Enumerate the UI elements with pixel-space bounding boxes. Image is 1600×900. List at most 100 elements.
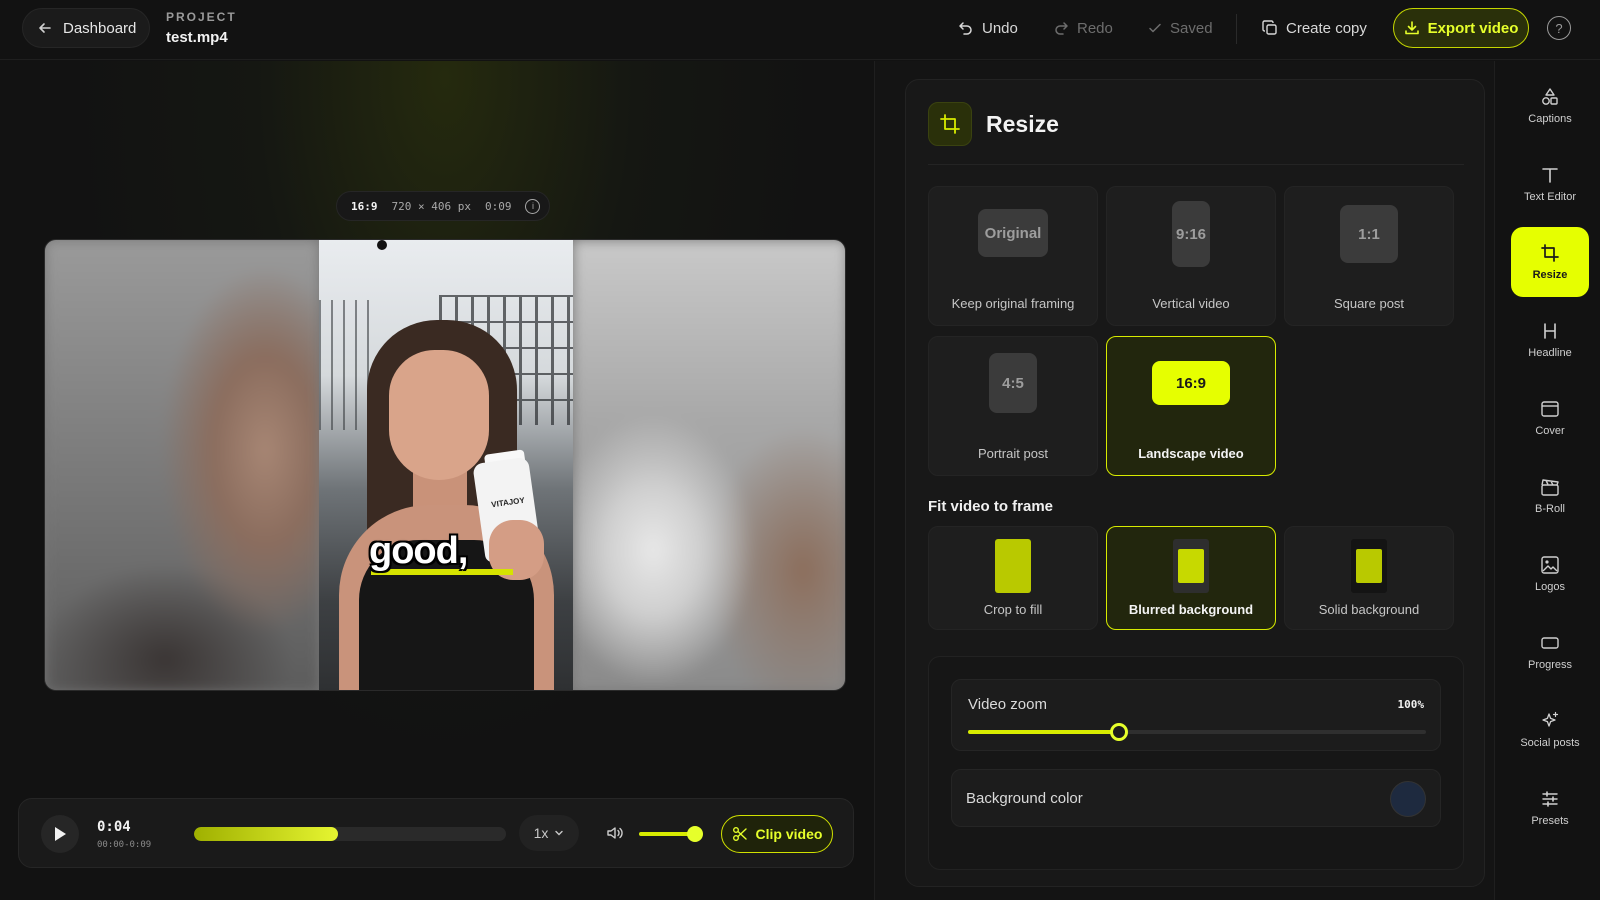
rail-item-cover[interactable]: Cover [1511,383,1589,453]
panel-divider [928,164,1464,165]
player-controls: 0:04 00:00-0:09 1x Clip video [18,798,854,868]
rail-label-text-editor: Text Editor [1524,191,1576,203]
format-square-label: Square post [1333,296,1405,311]
redo-button[interactable]: Redo [1053,14,1113,42]
scissors-icon [732,826,748,842]
toolbar-divider [1236,14,1237,44]
format-original-tile[interactable]: Original Keep original framing [928,186,1098,326]
resize-panel: Resize Original Keep original framing 9:… [905,79,1485,887]
check-icon [1148,21,1162,35]
format-landscape-badge: 16:9 [1152,361,1230,405]
video-clip: VITAJOY good, [319,240,573,690]
sliders-icon [1540,789,1560,809]
format-portrait-label: Portrait post [977,446,1049,461]
timeline-scrubber[interactable] [194,827,506,841]
clapper-icon [1540,477,1560,497]
blurred-background-left [45,240,319,690]
rail-item-logos[interactable]: Logos [1511,539,1589,609]
clip-label: Clip video [755,826,823,842]
play-button[interactable] [41,815,79,853]
back-label: Dashboard [63,19,137,37]
video-preview[interactable]: VITAJOY good, [44,239,846,691]
fit-section-title: Fit video to frame [928,498,1054,515]
heading-icon [1540,321,1560,341]
undo-button[interactable]: Undo [958,14,1018,42]
play-icon [52,825,68,843]
text-icon [1540,165,1560,185]
format-portrait-tile[interactable]: 4:5 Portrait post [928,336,1098,476]
solid-background-icon [1351,539,1387,593]
export-label: Export video [1427,19,1519,37]
shapes-icon [1540,87,1560,107]
rail-label-presets: Presets [1531,815,1569,827]
create-copy-button[interactable]: Create copy [1262,14,1367,42]
camera-dot [377,240,387,250]
rail-label-resize: Resize [1532,269,1568,281]
video-zoom-slider[interactable] [968,723,1426,741]
volume-knob[interactable] [686,826,703,842]
video-zoom-card: Video zoom 100% [951,679,1441,751]
format-square-tile[interactable]: 1:1 Square post [1284,186,1454,326]
volume-slider[interactable] [639,826,703,842]
image-icon [1540,555,1560,575]
info-icon[interactable]: i [525,198,541,214]
time-range: 00:00-0:09 [97,840,152,850]
project-kicker: PROJECT [166,10,237,24]
format-original-label: Keep original framing [951,296,1075,311]
rail-label-social-posts: Social posts [1520,737,1580,749]
background-color-swatch[interactable] [1390,781,1426,817]
video-zoom-label: Video zoom [968,696,1047,713]
redo-label: Redo [1077,19,1113,37]
video-meta-pill: 16:9 720 × 406 px 0:09 i [336,191,550,221]
rail-item-headline[interactable]: Headline [1511,305,1589,375]
format-landscape-label: Landscape video [1138,446,1244,461]
format-vertical-tile[interactable]: 9:16 Vertical video [1106,186,1276,326]
fit-crop-tile[interactable]: Crop to fill [928,526,1098,630]
blurred-background-right [573,240,845,690]
meta-ratio: 16:9 [351,199,378,213]
rail-label-headline: Headline [1528,347,1572,359]
back-to-dashboard-button[interactable]: Dashboard [22,8,150,48]
cover-icon [1540,399,1560,419]
format-original-badge: Original [978,209,1048,257]
fit-solid-tile[interactable]: Solid background [1284,526,1454,630]
format-square-badge: 1:1 [1340,205,1398,263]
format-vertical-badge: 9:16 [1172,201,1210,267]
crop-icon [1540,243,1560,263]
format-landscape-tile[interactable]: 16:9 Landscape video [1106,336,1276,476]
background-color-card: Background color [951,769,1441,827]
fit-blurred-tile[interactable]: Blurred background [1106,526,1276,630]
progress-icon [1540,633,1560,653]
volume-icon[interactable] [605,823,625,843]
panel-title: Resize [986,110,1059,137]
rail-label-cover: Cover [1535,425,1565,437]
chevron-down-icon [554,828,564,838]
project-info: PROJECT test.mp4 [166,10,237,46]
rail-item-captions[interactable]: Captions [1511,71,1589,141]
rail-item-progress[interactable]: Progress [1511,617,1589,687]
video-zoom-knob[interactable] [1110,723,1129,741]
project-filename[interactable]: test.mp4 [166,29,237,46]
current-time: 0:04 [97,819,131,835]
format-portrait-badge: 4:5 [989,353,1037,413]
background-color-label: Background color [966,790,1083,807]
rail-item-resize[interactable]: Resize [1511,227,1589,297]
meta-duration: 0:09 [484,199,512,213]
undo-icon [958,20,974,36]
rail-item-presets[interactable]: Presets [1511,773,1589,843]
rail-item-b-roll[interactable]: B-Roll [1511,461,1589,531]
crop-icon [928,102,972,146]
copy-icon [1262,20,1278,36]
rail-label-logos: Logos [1535,581,1565,593]
format-vertical-label: Vertical video [1152,296,1230,311]
tool-rail: Captions Text Editor Resize Headline Cov… [1494,61,1600,900]
clip-video-button[interactable]: Clip video [721,815,833,853]
timeline-progress [194,827,338,841]
rail-item-text-editor[interactable]: Text Editor [1511,149,1589,219]
playback-speed-select[interactable]: 1x [519,815,579,851]
top-bar: Dashboard PROJECT test.mp4 Undo Redo Sav… [0,0,1600,60]
export-video-button[interactable]: Export video [1393,8,1529,48]
help-icon[interactable]: ? [1547,16,1571,40]
preview-stage: 16:9 720 × 406 px 0:09 i VITAJOY good, [0,61,890,900]
rail-item-social-posts[interactable]: Social posts [1511,695,1589,765]
